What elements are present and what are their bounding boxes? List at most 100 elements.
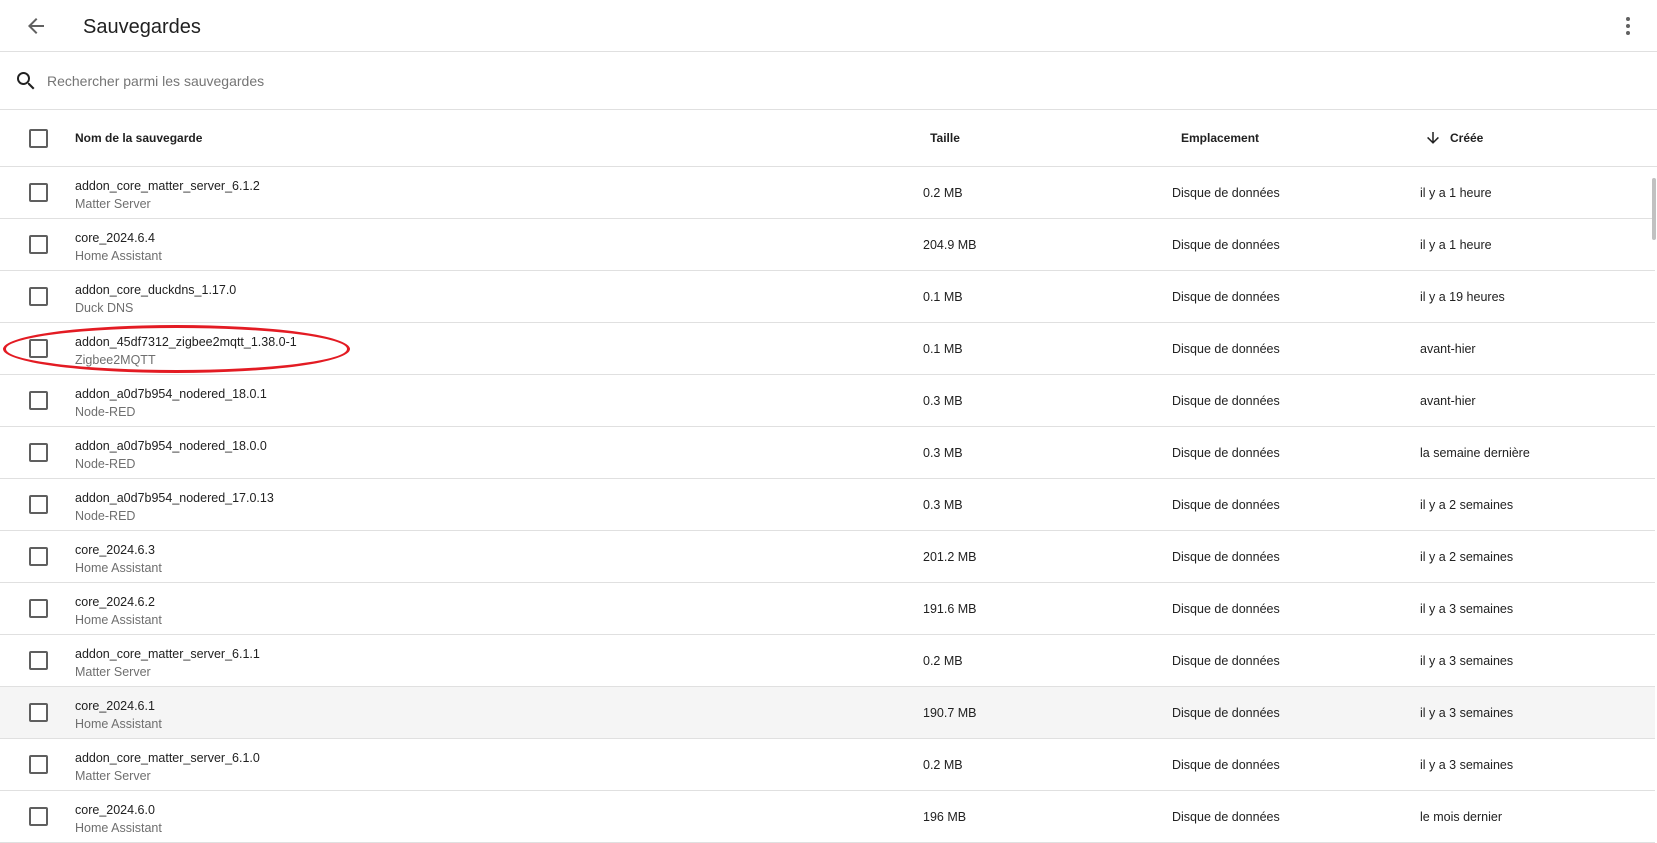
backup-created: la semaine dernière [1420, 445, 1530, 460]
backup-name: addon_a0d7b954_nodered_18.0.1 [75, 387, 267, 401]
table-row[interactable]: core_2024.6.3 Home Assistant 201.2 MB Di… [0, 531, 1655, 583]
table-row[interactable]: addon_core_matter_server_6.1.0 Matter Se… [0, 739, 1655, 791]
column-header-name[interactable]: Nom de la sauvegarde [75, 110, 202, 166]
table-row[interactable]: addon_a0d7b954_nodered_17.0.13 Node-RED … [0, 479, 1655, 531]
search-bar [0, 52, 1657, 110]
table-row[interactable]: core_2024.6.2 Home Assistant 191.6 MB Di… [0, 583, 1655, 635]
row-checkbox[interactable] [29, 235, 48, 254]
backup-name: addon_a0d7b954_nodered_17.0.13 [75, 491, 274, 505]
backup-location: Disque de données [1172, 341, 1280, 356]
backup-created: il y a 3 semaines [1420, 601, 1514, 616]
backup-created: il y a 3 semaines [1420, 653, 1514, 668]
backup-location: Disque de données [1172, 549, 1280, 564]
backup-subtitle: Matter Server [75, 665, 151, 679]
row-checkbox[interactable] [29, 183, 48, 202]
table-row[interactable]: core_2024.6.1 Home Assistant 190.7 MB Di… [0, 687, 1655, 739]
row-checkbox[interactable] [29, 443, 48, 462]
scrollbar-track [1652, 167, 1657, 843]
table-row[interactable]: addon_a0d7b954_nodered_18.0.1 Node-RED 0… [0, 375, 1655, 427]
backup-name-cell: addon_core_matter_server_6.1.0 Matter Se… [75, 750, 260, 784]
row-checkbox[interactable] [29, 755, 48, 774]
backup-name-cell: addon_45df7312_zigbee2mqtt_1.38.0-1 Zigb… [75, 334, 297, 368]
row-checkbox[interactable] [29, 807, 48, 826]
backup-size: 204.9 MB [923, 237, 977, 252]
backup-subtitle: Home Assistant [75, 821, 162, 835]
row-checkbox[interactable] [29, 287, 48, 306]
backup-size: 191.6 MB [923, 601, 977, 616]
backup-location: Disque de données [1172, 757, 1280, 772]
scrollbar-thumb[interactable] [1652, 178, 1656, 240]
backup-created: avant-hier [1420, 341, 1476, 356]
table-row[interactable]: addon_a0d7b954_nodered_18.0.0 Node-RED 0… [0, 427, 1655, 479]
backup-location: Disque de données [1172, 809, 1280, 824]
backup-name-cell: core_2024.6.3 Home Assistant [75, 542, 162, 576]
backup-created: il y a 1 heure [1420, 237, 1492, 252]
backup-size: 201.2 MB [923, 549, 977, 564]
backup-created: il y a 3 semaines [1420, 705, 1514, 720]
backup-name: core_2024.6.2 [75, 595, 155, 609]
backup-location: Disque de données [1172, 445, 1280, 460]
table-row[interactable]: core_2024.6.4 Home Assistant 204.9 MB Di… [0, 219, 1655, 271]
column-header-location[interactable]: Emplacement [1150, 110, 1290, 166]
backup-subtitle: Node-RED [75, 405, 136, 419]
backup-created: il y a 3 semaines [1420, 757, 1514, 772]
backup-name-cell: addon_core_duckdns_1.17.0 Duck DNS [75, 282, 236, 316]
dots-vertical-icon [1626, 17, 1630, 35]
table-row[interactable]: addon_45df7312_zigbee2mqtt_1.38.0-1 Zigb… [0, 323, 1655, 375]
search-input[interactable] [47, 66, 1607, 96]
back-button[interactable] [18, 8, 54, 44]
row-checkbox[interactable] [29, 703, 48, 722]
backup-created: il y a 1 heure [1420, 185, 1492, 200]
backup-subtitle: Home Assistant [75, 613, 162, 627]
overflow-menu-button[interactable] [1612, 10, 1644, 42]
backup-size: 0.1 MB [923, 289, 963, 304]
row-checkbox[interactable] [29, 391, 48, 410]
backup-created: il y a 19 heures [1420, 289, 1505, 304]
table-row[interactable]: addon_core_duckdns_1.17.0 Duck DNS 0.1 M… [0, 271, 1655, 323]
backup-created: il y a 2 semaines [1420, 549, 1514, 564]
backup-name-cell: addon_core_matter_server_6.1.1 Matter Se… [75, 646, 260, 680]
backup-name: addon_45df7312_zigbee2mqtt_1.38.0-1 [75, 335, 297, 349]
backup-size: 0.1 MB [923, 341, 963, 356]
backup-subtitle: Home Assistant [75, 717, 162, 731]
column-header-created-label: Créée [1450, 131, 1484, 145]
backup-subtitle: Matter Server [75, 769, 151, 783]
column-header-size[interactable]: Taille [900, 110, 990, 166]
row-checkbox[interactable] [29, 599, 48, 618]
column-header-created[interactable]: Créée [1424, 110, 1483, 166]
backup-subtitle: Duck DNS [75, 301, 134, 315]
backup-name-cell: addon_a0d7b954_nodered_17.0.13 Node-RED [75, 490, 274, 524]
backup-name: addon_core_matter_server_6.1.2 [75, 179, 260, 193]
row-checkbox[interactable] [29, 339, 48, 358]
backup-size: 0.2 MB [923, 757, 963, 772]
row-checkbox[interactable] [29, 651, 48, 670]
backup-name: core_2024.6.1 [75, 699, 155, 713]
backup-subtitle: Node-RED [75, 509, 136, 523]
backup-subtitle: Zigbee2MQTT [75, 353, 156, 367]
row-checkbox[interactable] [29, 547, 48, 566]
backup-location: Disque de données [1172, 289, 1280, 304]
backup-created: il y a 2 semaines [1420, 497, 1514, 512]
backup-name: core_2024.6.0 [75, 803, 155, 817]
backup-size: 196 MB [923, 809, 967, 824]
page-title: Sauvegardes [83, 16, 201, 38]
backup-name-cell: core_2024.6.4 Home Assistant [75, 230, 162, 264]
backup-subtitle: Matter Server [75, 197, 151, 211]
arrow-left-icon [28, 18, 44, 34]
arrow-down-icon [1424, 129, 1442, 147]
row-checkbox[interactable] [29, 495, 48, 514]
table-row[interactable]: core_2024.6.0 Home Assistant 196 MB Disq… [0, 791, 1655, 843]
table-row[interactable]: addon_core_matter_server_6.1.2 Matter Se… [0, 167, 1655, 219]
backup-name-cell: addon_a0d7b954_nodered_18.0.0 Node-RED [75, 438, 267, 472]
backup-name: addon_core_matter_server_6.1.1 [75, 647, 260, 661]
backup-created: le mois dernier [1420, 809, 1502, 824]
table-header: Nom de la sauvegarde Taille Emplacement … [0, 110, 1657, 167]
backup-subtitle: Node-RED [75, 457, 136, 471]
backup-name-cell: core_2024.6.0 Home Assistant [75, 802, 162, 836]
backup-location: Disque de données [1172, 393, 1280, 408]
select-all-checkbox[interactable] [29, 129, 48, 148]
backup-location: Disque de données [1172, 237, 1280, 252]
backup-name: core_2024.6.3 [75, 543, 155, 557]
table-row[interactable]: addon_core_matter_server_6.1.1 Matter Se… [0, 635, 1655, 687]
backup-name-cell: core_2024.6.2 Home Assistant [75, 594, 162, 628]
